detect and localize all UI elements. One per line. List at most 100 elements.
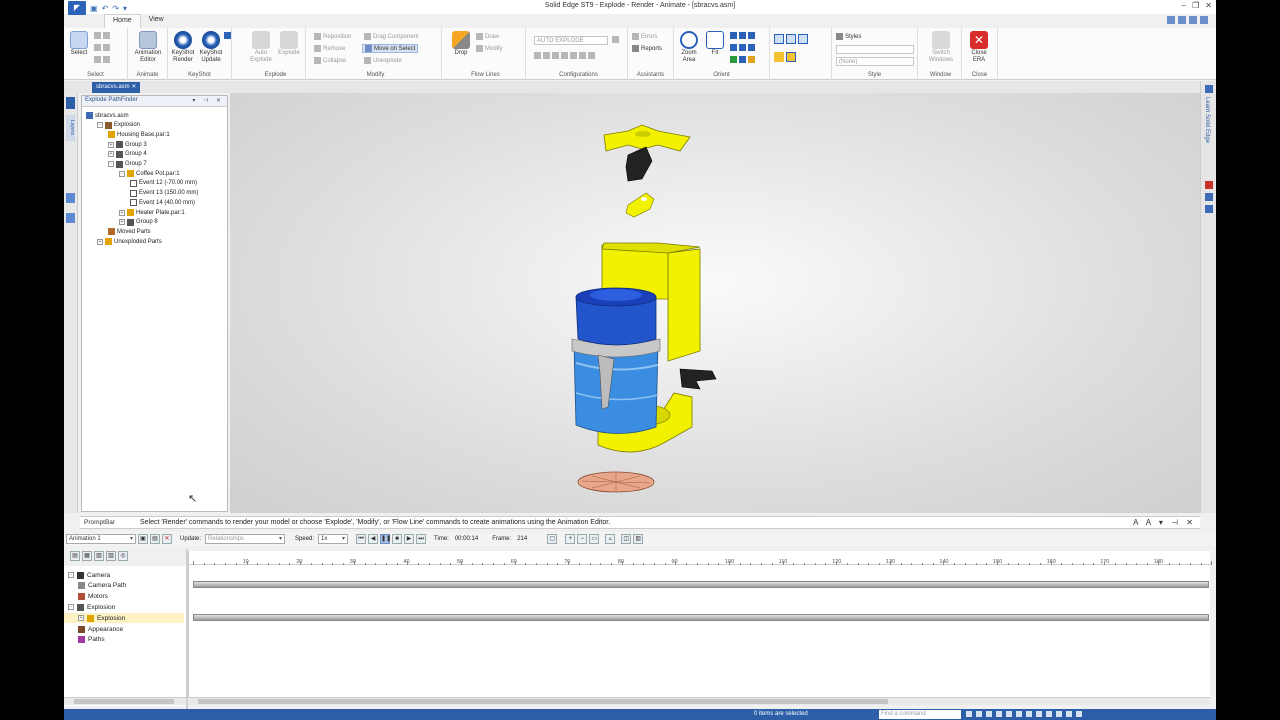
collapse-button[interactable]: Collapse (314, 57, 346, 64)
flowline-modify-button[interactable]: Modify (476, 45, 503, 52)
help-icon[interactable] (1167, 16, 1175, 24)
select-tools-row1[interactable] (94, 32, 110, 39)
tree-tool-3-icon[interactable]: ▧ (94, 551, 104, 561)
status-icon-11[interactable] (1066, 711, 1072, 717)
help-tab-icon[interactable] (66, 193, 75, 203)
configuration-save-icon[interactable] (612, 36, 619, 43)
expand-icon[interactable]: + (119, 209, 125, 216)
pathfinder-tab-icon[interactable] (66, 97, 75, 109)
animation-tree-node[interactable]: - Camera (68, 570, 110, 580)
pathfinder-tree-node[interactable]: Moved Parts (108, 227, 151, 236)
pathfinder-tree-node[interactable]: + Group 3 (108, 140, 147, 149)
layers-tab[interactable]: Layers (66, 115, 75, 141)
play-icon[interactable]: ▶ (404, 534, 415, 544)
animation-select[interactable]: Animation 1 (66, 534, 136, 544)
select-tools-row3[interactable] (94, 56, 110, 63)
fit-timeline-icon[interactable]: ▭ (589, 534, 600, 544)
expand-icon[interactable]: + (97, 238, 103, 245)
draw-button[interactable]: Draw (476, 33, 499, 40)
status-icon-8[interactable] (1036, 711, 1042, 717)
status-icon-5[interactable] (1006, 711, 1012, 717)
zoom-out-timeline-icon[interactable]: − (577, 534, 588, 544)
orient-tools-row3[interactable] (730, 56, 755, 63)
minimize-icon[interactable]: – (1182, 1, 1186, 10)
tree-tool-2-icon[interactable]: ▦ (82, 551, 92, 561)
stop-icon[interactable]: ■ (392, 534, 403, 544)
animation-timeline[interactable]: 1020304050607080901001101201301401501601… (188, 551, 1213, 701)
close-tab-icon[interactable]: ✕ (131, 84, 136, 90)
timeline-settings-icon[interactable]: ◫ (621, 534, 632, 544)
zoom-area-button[interactable]: Zoom Area (676, 31, 702, 64)
linkedin-icon[interactable] (1205, 205, 1213, 213)
zoom-in-timeline-icon[interactable]: + (565, 534, 576, 544)
keyshot-update-button[interactable]: KeyShot Update (198, 31, 224, 64)
properties-tab-icon[interactable] (66, 213, 75, 223)
view-cube-row1[interactable] (774, 34, 808, 44)
drop-button[interactable]: Drop (448, 31, 474, 57)
pathfinder-tree-node[interactable]: + Unexploded Parts (97, 237, 162, 246)
status-icon-10[interactable] (1056, 711, 1062, 717)
restore-icon[interactable]: ❐ (1192, 1, 1199, 10)
reposition-button[interactable]: Reposition (314, 33, 351, 40)
tree-tool-4-icon[interactable]: ▨ (106, 551, 116, 561)
animation-tree-node[interactable]: Appearance (78, 624, 123, 634)
go-to-start-icon[interactable]: ⏮ (356, 534, 367, 544)
document-tab[interactable]: sbracvs.asm ✕ (92, 82, 141, 93)
keyshot-options-icon[interactable] (224, 32, 231, 39)
unexplode-button[interactable]: Unexplode (364, 57, 402, 64)
record-icon[interactable]: ▢ (547, 534, 558, 544)
tree-tool-5-icon[interactable]: ◎ (118, 551, 128, 561)
pathfinder-tree-node[interactable]: + Heater Plate.par:1 (119, 208, 185, 217)
fit-button[interactable]: Fit (702, 31, 728, 57)
pathfinder-tree-node[interactable]: - Coffee Pot.par:1 (119, 169, 180, 178)
explode-button[interactable]: Explode (276, 31, 302, 57)
status-icon-12[interactable] (1076, 711, 1082, 717)
orient-tools-row1[interactable] (730, 32, 755, 39)
animation-tree-node[interactable]: - Explosion (68, 602, 115, 612)
animation-tree-node[interactable]: + Explosion (64, 613, 184, 624)
update-select[interactable]: Relationships (205, 534, 286, 544)
options-icon[interactable] (1178, 16, 1186, 24)
status-icon-1[interactable] (966, 711, 972, 717)
pathfinder-tree-node[interactable]: - Explosion (97, 121, 140, 130)
expand-icon[interactable]: + (119, 219, 125, 226)
select-tools-row2[interactable] (94, 44, 110, 51)
collapse-icon[interactable]: - (108, 161, 114, 167)
status-icon-3[interactable] (986, 711, 992, 717)
pathfinder-tree-node[interactable]: + Group 4 (108, 150, 147, 159)
new-animation-icon[interactable]: ▣ (138, 534, 148, 544)
reports-button[interactable]: Reports (632, 45, 662, 52)
animation-tree-node[interactable]: Motors (78, 592, 108, 602)
go-to-end-icon[interactable]: ⏭ (416, 534, 427, 544)
pause-icon[interactable]: ❚❚ (380, 534, 391, 544)
info-icon[interactable] (1200, 16, 1208, 24)
delete-animation-icon[interactable]: ✕ (162, 534, 172, 544)
styles-button[interactable]: Styles (836, 33, 861, 40)
collapse-icon[interactable]: - (119, 170, 125, 177)
tree-horizontal-scrollbar[interactable] (64, 697, 186, 705)
pathfinder-controls[interactable]: ▾ ⊣ ✕ (192, 97, 224, 104)
tab-view[interactable]: View (141, 14, 172, 28)
pathfinder-tree-node[interactable]: sbracvs.asm (86, 111, 129, 120)
configuration-tools-row[interactable] (534, 52, 595, 59)
style-select[interactable]: (None) (836, 57, 914, 66)
animation-editor-button[interactable]: Animation Editor (132, 31, 164, 64)
timeline-layout-icon[interactable]: ▥ (633, 534, 644, 544)
close-era-button[interactable]: ✕ Close ERA (966, 31, 992, 64)
pathfinder-tree-node[interactable]: + Group 8 (119, 218, 158, 227)
configuration-select[interactable]: AUTO EXPLODE (534, 36, 608, 45)
expand-icon[interactable]: + (78, 615, 84, 622)
auto-explode-button[interactable]: Auto Explode (248, 31, 274, 64)
status-icon-6[interactable] (1016, 711, 1022, 717)
speed-select[interactable]: 1x (318, 534, 349, 544)
view-cube-row2[interactable] (774, 52, 796, 62)
expand-icon[interactable]: + (108, 151, 114, 158)
expand-icon[interactable]: + (108, 141, 114, 148)
layout-icon[interactable] (1189, 16, 1197, 24)
youtube-icon[interactable] (1205, 181, 1213, 189)
status-icon-7[interactable] (1026, 711, 1032, 717)
timeline-horizontal-scrollbar[interactable] (188, 697, 1210, 705)
tab-home[interactable]: Home (104, 14, 141, 28)
collapse-icon[interactable]: - (68, 572, 74, 578)
pathfinder-tree-node[interactable]: - Group 7 (108, 160, 147, 169)
